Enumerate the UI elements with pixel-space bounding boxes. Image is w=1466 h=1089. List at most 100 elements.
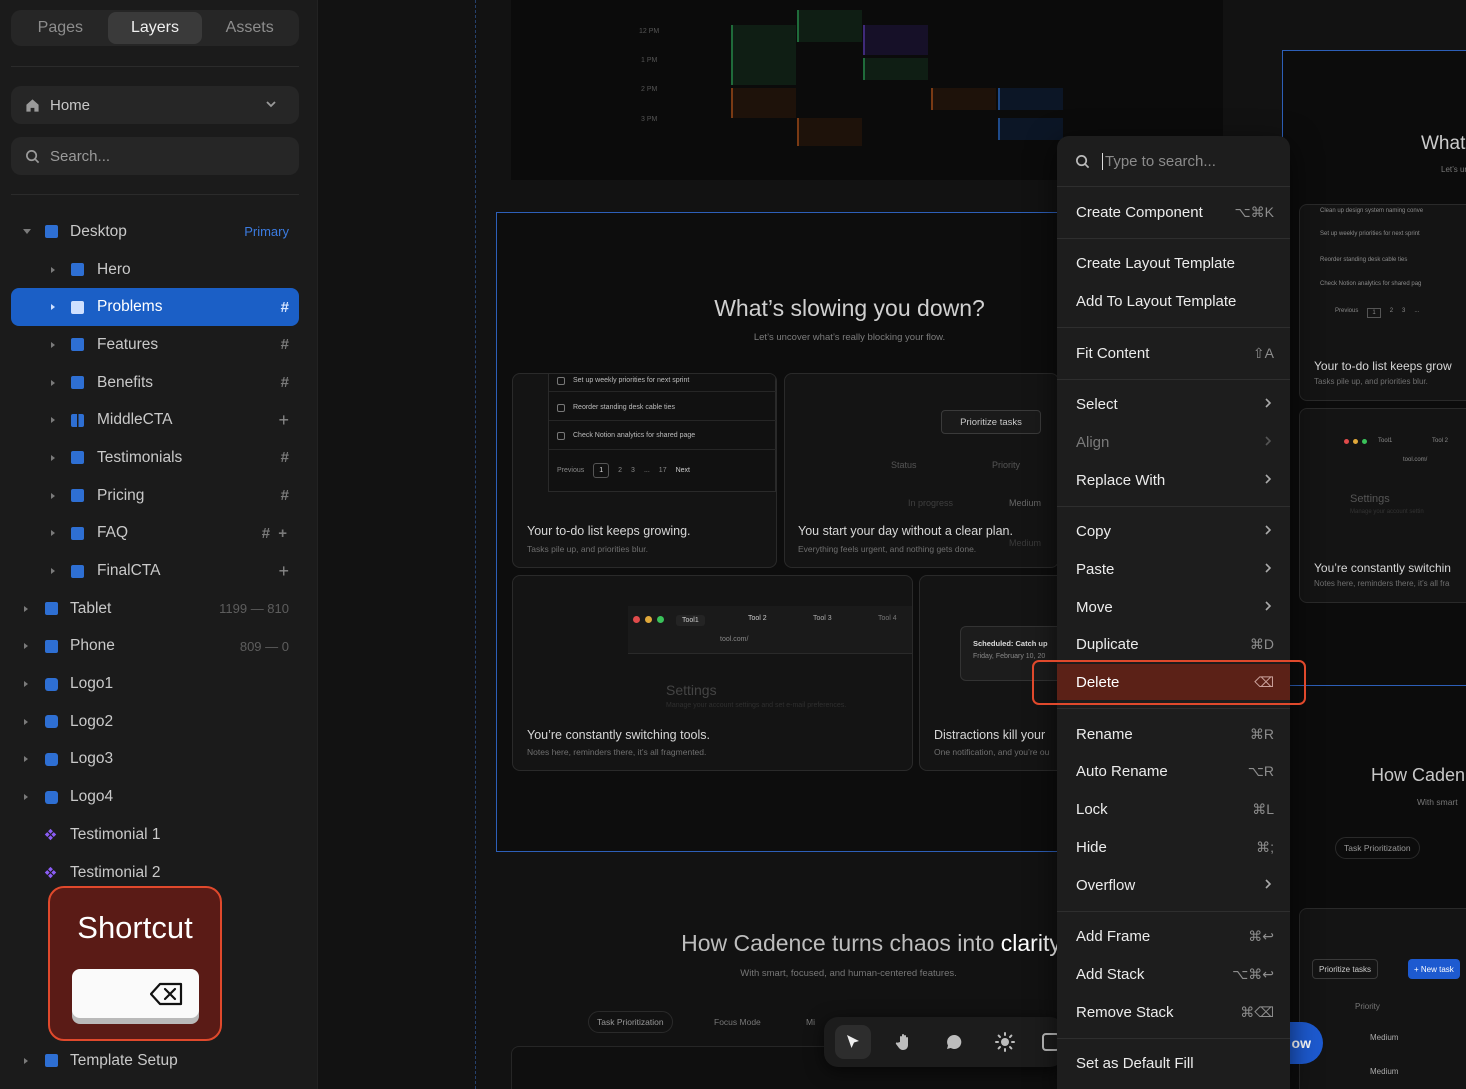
menu-search[interactable]: Type to search... bbox=[1057, 136, 1290, 186]
comment-tool-button[interactable] bbox=[936, 1025, 972, 1059]
pagination-prev[interactable]: Previous bbox=[1335, 308, 1358, 318]
feature-tab-prioritization[interactable]: Task Prioritization bbox=[588, 1011, 673, 1033]
menu-remove-stack[interactable]: Remove Stack ⌘⌫ bbox=[1057, 994, 1290, 1030]
calendar-event[interactable] bbox=[931, 88, 996, 110]
layer-phone[interactable]: Phone 809 — 0 bbox=[11, 628, 299, 666]
pagination-page[interactable]: 3 bbox=[1402, 308, 1405, 318]
layer-finalcta[interactable]: FinalCTA + bbox=[11, 552, 299, 590]
caret-right-icon[interactable] bbox=[24, 1057, 28, 1064]
caret-right-icon[interactable] bbox=[51, 341, 55, 348]
menu-paste[interactable]: Paste bbox=[1057, 551, 1290, 587]
page-selector[interactable]: Home bbox=[11, 86, 299, 124]
calendar-event[interactable] bbox=[863, 58, 928, 80]
caret-right-icon[interactable] bbox=[51, 454, 55, 461]
menu-align[interactable]: Align bbox=[1057, 424, 1290, 460]
calendar-event[interactable] bbox=[731, 88, 796, 118]
calendar-event[interactable] bbox=[797, 118, 862, 146]
browser-url[interactable]: tool.com/ bbox=[720, 636, 748, 643]
pagination-page[interactable]: 17 bbox=[659, 467, 667, 474]
layer-benefits[interactable]: Benefits # bbox=[11, 364, 299, 402]
pagination-page[interactable]: 1 bbox=[593, 462, 610, 478]
menu-auto-rename[interactable]: Auto Rename ⌥R bbox=[1057, 753, 1290, 789]
pagination-page[interactable]: 2 bbox=[618, 467, 622, 474]
browser-tab[interactable]: Tool1 bbox=[676, 615, 705, 626]
prioritize-tasks-button[interactable]: Prioritize tasks bbox=[1312, 959, 1379, 979]
tablet-card-todo[interactable]: Clean up design system naming conve Set … bbox=[1299, 204, 1466, 401]
tablet-feature-preview[interactable]: Prioritize tasks + New task Priority Med… bbox=[1299, 908, 1466, 1089]
layer-middlecta[interactable]: MiddleCTA + bbox=[11, 401, 299, 439]
hand-tool-button[interactable] bbox=[886, 1025, 922, 1059]
calendar-event[interactable] bbox=[863, 25, 928, 55]
pagination-page[interactable]: 1 bbox=[1367, 308, 1381, 318]
browser-tab[interactable]: Tool 2 bbox=[748, 615, 767, 622]
layer-logo2[interactable]: Logo2 bbox=[11, 703, 299, 741]
menu-create-component[interactable]: Create Component ⌥⌘K bbox=[1057, 194, 1290, 230]
caret-right-icon[interactable] bbox=[24, 681, 28, 688]
menu-replace-with[interactable]: Replace With bbox=[1057, 462, 1290, 498]
design-canvas[interactable]: 12 PM 1 PM 2 PM 3 PM What’s slowing you … bbox=[318, 0, 1466, 1089]
theme-toggle-button[interactable] bbox=[987, 1025, 1023, 1059]
caret-right-icon[interactable] bbox=[24, 756, 28, 763]
layer-logo3[interactable]: Logo3 bbox=[11, 741, 299, 779]
menu-overflow[interactable]: Overflow bbox=[1057, 867, 1290, 903]
menu-add-stack[interactable]: Add Stack ⌥⌘↩ bbox=[1057, 956, 1290, 992]
caret-right-icon[interactable] bbox=[24, 605, 28, 612]
layer-testimonial-1[interactable]: Testimonial 1 bbox=[11, 816, 299, 854]
caret-right-icon[interactable] bbox=[24, 718, 28, 725]
layer-problems[interactable]: Problems # bbox=[11, 288, 299, 327]
menu-add-frame[interactable]: Add Frame ⌘↩ bbox=[1057, 918, 1290, 954]
menu-duplicate[interactable]: Duplicate ⌘D bbox=[1057, 626, 1290, 662]
feature-tab-more[interactable]: Mi bbox=[798, 1011, 823, 1033]
menu-copy[interactable]: Copy bbox=[1057, 513, 1290, 549]
pagination-next[interactable]: Next bbox=[676, 467, 690, 474]
checkbox-icon[interactable] bbox=[557, 432, 565, 440]
calendar-event[interactable] bbox=[998, 118, 1063, 140]
layer-faq[interactable]: FAQ # + bbox=[11, 515, 299, 553]
problem-card-plan[interactable]: Prioritize tasks Status Priority In prog… bbox=[784, 373, 1059, 568]
feature-tab-prioritization[interactable]: Task Prioritization bbox=[1335, 837, 1420, 859]
menu-add-to-layout-template[interactable]: Add To Layout Template bbox=[1057, 283, 1290, 319]
browser-tab[interactable]: Tool 2 bbox=[1432, 438, 1448, 444]
caret-right-icon[interactable] bbox=[51, 266, 55, 273]
caret-right-icon[interactable] bbox=[51, 568, 55, 575]
tablet-card-tools[interactable]: Tool1 Tool 2 tool.com/ Settings Manage y… bbox=[1299, 408, 1466, 603]
layers-search[interactable]: Search... bbox=[11, 137, 299, 175]
menu-fit-content[interactable]: Fit Content ⇧A bbox=[1057, 335, 1290, 371]
new-task-button[interactable]: + New task bbox=[1408, 959, 1460, 979]
calendar-event[interactable] bbox=[731, 25, 796, 85]
pointer-tool-button[interactable] bbox=[835, 1025, 871, 1059]
browser-tab[interactable]: Tool 3 bbox=[813, 615, 832, 622]
calendar-event[interactable] bbox=[998, 88, 1063, 110]
browser-url[interactable]: tool.com/ bbox=[1403, 457, 1427, 463]
checkbox-icon[interactable] bbox=[557, 404, 565, 412]
prioritize-tasks-button[interactable]: Prioritize tasks bbox=[941, 410, 1041, 434]
browser-tab[interactable]: Tool 4 bbox=[878, 615, 897, 622]
browser-tab[interactable]: Tool1 bbox=[1378, 438, 1392, 444]
layer-testimonials[interactable]: Testimonials # bbox=[11, 439, 299, 477]
caret-right-icon[interactable] bbox=[51, 379, 55, 386]
menu-rename[interactable]: Rename ⌘R bbox=[1057, 716, 1290, 752]
layer-logo1[interactable]: Logo1 bbox=[11, 665, 299, 703]
feature-tab-focus[interactable]: Focus Mode bbox=[706, 1011, 769, 1033]
pagination-page[interactable]: 3 bbox=[631, 467, 635, 474]
tablet-frame[interactable]: What Let’s un Clean up design system nam… bbox=[1282, 50, 1466, 1089]
menu-move[interactable]: Move bbox=[1057, 589, 1290, 625]
layer-template-setup[interactable]: Template Setup bbox=[11, 1042, 299, 1080]
menu-select[interactable]: Select bbox=[1057, 386, 1290, 422]
caret-right-icon[interactable] bbox=[24, 643, 28, 650]
layer-hero[interactable]: Hero bbox=[11, 251, 299, 289]
layer-logo4[interactable]: Logo4 bbox=[11, 778, 299, 816]
caret-right-icon[interactable] bbox=[51, 530, 55, 537]
tab-layers[interactable]: Layers bbox=[107, 12, 203, 44]
checkbox-icon[interactable] bbox=[557, 377, 565, 385]
layer-features[interactable]: Features # bbox=[11, 326, 299, 364]
menu-lock[interactable]: Lock ⌘L bbox=[1057, 791, 1290, 827]
pagination-prev[interactable]: Previous bbox=[557, 467, 584, 474]
menu-set-default-fill[interactable]: Set as Default Fill bbox=[1057, 1045, 1290, 1081]
pagination-page[interactable]: 2 bbox=[1390, 308, 1393, 318]
tab-pages[interactable]: Pages bbox=[13, 12, 108, 44]
caret-down-icon[interactable] bbox=[23, 229, 31, 235]
problem-card-todo[interactable]: Set up weekly priorities for next sprint… bbox=[512, 373, 777, 568]
layer-pricing[interactable]: Pricing # bbox=[11, 477, 299, 515]
caret-right-icon[interactable] bbox=[51, 417, 55, 424]
